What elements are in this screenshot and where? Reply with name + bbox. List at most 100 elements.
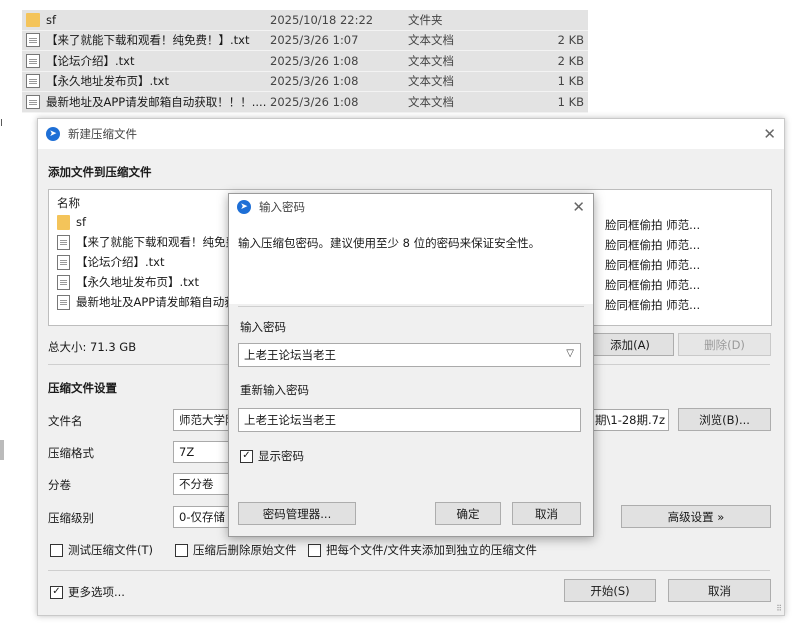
cancel-button[interactable]: 取消 <box>512 502 581 525</box>
explorer-row-size: 1 KB <box>557 74 584 89</box>
close-icon[interactable]: ✕ <box>572 198 585 216</box>
background-edge-bar <box>0 440 4 460</box>
cancel-button[interactable]: 取消 <box>668 579 771 602</box>
folder-icon <box>26 12 40 27</box>
total-size-label: 总大小: 71.3 GB <box>48 340 137 354</box>
filename-input-tail[interactable]: 期\1-28期.7z <box>592 409 669 431</box>
checkbox-box[interactable] <box>50 543 63 557</box>
list-item-path: 脸同框偷拍 师范... <box>605 258 701 272</box>
enter-password-label: 输入密码 <box>240 320 286 334</box>
dialog-titlebar[interactable]: ➤ 新建压缩文件 ✕ <box>38 119 784 149</box>
explorer-row[interactable]: sf 2025/10/18 22:22 文件夹 <box>22 10 588 31</box>
list-item-name: 【来了就能下载和观看！纯免费 <box>76 235 237 249</box>
list-item-path: 脸同框偷拍 师范... <box>605 278 701 292</box>
format-label: 压缩格式 <box>48 446 94 460</box>
list-item-name: sf <box>76 215 87 229</box>
checkbox-box-checked[interactable]: ✓ <box>240 449 253 463</box>
archive-settings-heading: 压缩文件设置 <box>48 381 117 395</box>
explorer-row-type: 文本文档 <box>408 53 454 68</box>
explorer-row[interactable]: 【来了就能下载和观看！纯免费！】.txt 2025/3/26 1:07 文本文档… <box>22 30 588 51</box>
text-file-icon <box>26 94 40 109</box>
browse-button[interactable]: 浏览(B)... <box>678 408 771 431</box>
reenter-password-label: 重新输入密码 <box>240 383 309 397</box>
explorer-row-type: 文本文档 <box>408 94 454 109</box>
text-file-icon <box>26 33 40 48</box>
format-select[interactable]: 7Z <box>173 441 233 463</box>
explorer-row-name: 【论坛介绍】.txt <box>46 53 135 68</box>
split-label: 分卷 <box>48 478 71 492</box>
explorer-row-size: 1 KB <box>557 94 584 109</box>
checkbox-box[interactable] <box>175 543 188 557</box>
explorer-row-name: sf <box>46 12 57 27</box>
explorer-row[interactable]: 【论坛介绍】.txt 2025/3/26 1:08 文本文档 2 KB <box>22 51 588 72</box>
level-select[interactable]: 0-仅存储 <box>173 506 233 528</box>
explorer-row-type: 文本文档 <box>408 74 454 89</box>
explorer-row[interactable]: 【永久地址发布页】.txt 2025/3/26 1:08 文本文档 1 KB <box>22 71 588 92</box>
checkbox-box[interactable] <box>308 543 321 557</box>
close-icon[interactable]: ✕ <box>763 125 776 143</box>
list-column-header-name[interactable]: 名称 <box>57 195 80 211</box>
explorer-row-date: 2025/3/26 1:08 <box>270 53 359 68</box>
dialog-message-area <box>229 220 593 304</box>
explorer-row-name: 【来了就能下载和观看！纯免费！】.txt <box>46 33 250 48</box>
checkbox-label: 更多选项... <box>68 585 125 599</box>
checkbox-box-checked[interactable]: ✓ <box>50 585 63 599</box>
text-file-icon <box>57 254 70 270</box>
password-input[interactable]: 上老王论坛当老王 ▽ <box>238 343 581 367</box>
resize-grip-icon[interactable]: ⠿ <box>776 604 782 613</box>
checkbox-label: 压缩后删除原始文件 <box>193 543 297 557</box>
explorer-row-date: 2025/3/26 1:07 <box>270 33 359 48</box>
explorer-row-date: 2025/3/26 1:08 <box>270 74 359 89</box>
explorer-row-size: 2 KB <box>557 33 584 48</box>
password-dialog: ➤ 输入密码 ✕ 输入压缩包密码。建议使用至少 8 位的密码来保证安全性。 输入… <box>228 193 594 537</box>
dialog-titlebar[interactable]: ➤ 输入密码 ✕ <box>229 194 593 220</box>
text-file-icon <box>57 274 70 290</box>
list-item[interactable]: 【永久地址发布页】.txt <box>57 273 199 291</box>
list-item-path: 脸同框偷拍 师范... <box>605 218 701 232</box>
explorer-row-type: 文本文档 <box>408 33 454 48</box>
section-divider <box>48 570 770 571</box>
test-archive-checkbox[interactable]: 测试压缩文件(T) <box>50 542 153 558</box>
text-file-icon <box>26 53 40 68</box>
text-file-icon <box>26 74 40 89</box>
password-manager-button[interactable]: 密码管理器... <box>238 502 356 525</box>
explorer-row[interactable]: 最新地址及APP请发邮箱自动获取！！！.... 2025/3/26 1:08 文… <box>22 92 588 113</box>
password-hint-text: 输入压缩包密码。建议使用至少 8 位的密码来保证安全性。 <box>238 236 541 250</box>
list-item-path: 脸同框偷拍 师范... <box>605 298 701 312</box>
list-item-name: 【论坛介绍】.txt <box>76 255 165 269</box>
chevron-down-icon[interactable]: ▽ <box>566 348 574 359</box>
explorer-row-name: 最新地址及APP请发邮箱自动获取！！！.... <box>46 94 267 109</box>
list-item-name: 最新地址及APP请发邮箱自动获 <box>76 295 236 309</box>
list-item[interactable]: 最新地址及APP请发邮箱自动获 <box>57 293 236 311</box>
list-item[interactable]: 【论坛介绍】.txt <box>57 253 164 271</box>
app-logo-icon: ➤ <box>46 127 60 141</box>
more-options-checkbox[interactable]: ✓ 更多选项... <box>50 584 125 600</box>
reenter-password-input[interactable]: 上老王论坛当老王 <box>238 408 581 432</box>
separate-archives-checkbox[interactable]: 把每个文件/文件夹添加到独立的压缩文件 <box>308 542 537 558</box>
start-button[interactable]: 开始(S) <box>564 579 656 602</box>
section-divider <box>238 306 584 307</box>
ok-button[interactable]: 确定 <box>435 502 501 525</box>
list-item[interactable]: 【来了就能下载和观看！纯免费 <box>57 233 237 251</box>
dialog-title: 新建压缩文件 <box>68 127 137 141</box>
add-files-heading: 添加文件到压缩文件 <box>48 165 152 179</box>
text-file-icon <box>57 294 70 310</box>
dialog-title: 输入密码 <box>259 200 305 214</box>
advanced-settings-button[interactable]: 高级设置 » <box>621 505 771 528</box>
folder-icon <box>57 214 70 230</box>
delete-button[interactable]: 删除(D) <box>678 333 771 356</box>
show-password-checkbox[interactable]: ✓ 显示密码 <box>240 448 304 464</box>
explorer-file-list: sf 2025/10/18 22:22 文件夹 【来了就能下载和观看！纯免费！】… <box>22 10 588 113</box>
background-edge-mark: I <box>0 118 3 129</box>
split-select[interactable]: 不分卷 <box>173 473 233 495</box>
list-item-path: 脸同框偷拍 师范... <box>605 238 701 252</box>
checkbox-label: 把每个文件/文件夹添加到独立的压缩文件 <box>326 543 537 557</box>
list-item[interactable]: sf <box>57 213 86 231</box>
password-value: 上老王论坛当老王 <box>244 348 336 362</box>
explorer-row-date: 2025/10/18 22:22 <box>270 12 374 27</box>
add-button[interactable]: 添加(A) <box>586 333 674 356</box>
delete-after-checkbox[interactable]: 压缩后删除原始文件 <box>175 542 297 558</box>
filename-input[interactable]: 师范大学附 <box>173 409 233 431</box>
checkbox-label: 测试压缩文件(T) <box>68 543 153 557</box>
text-file-icon <box>57 234 70 250</box>
